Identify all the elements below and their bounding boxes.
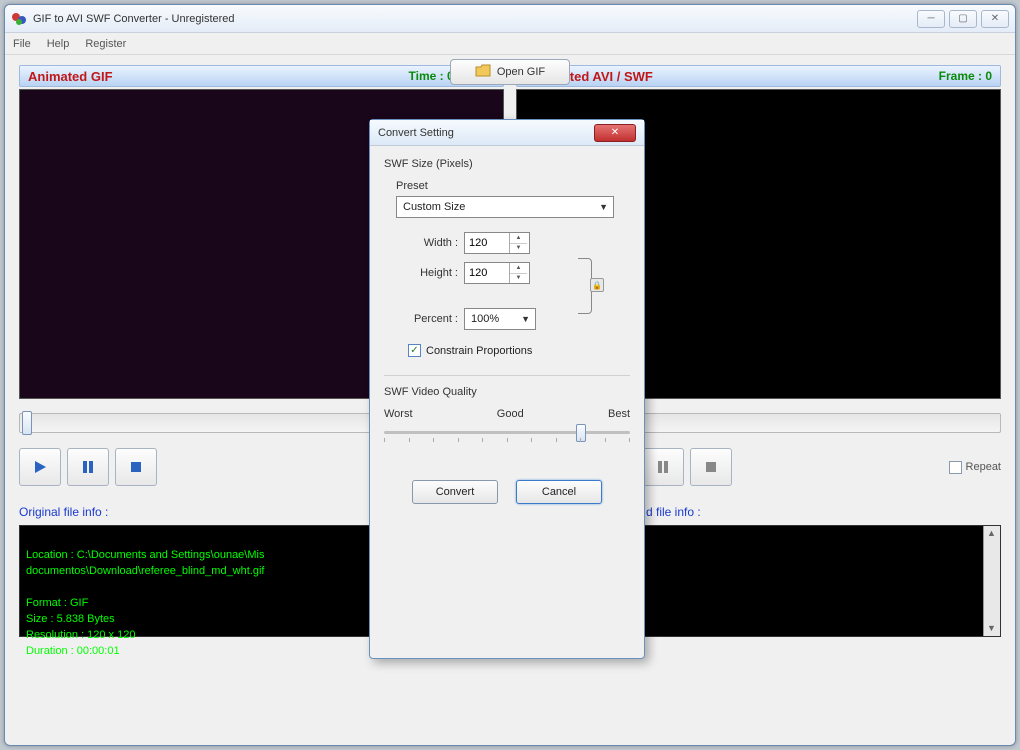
main-window: GIF to AVI SWF Converter - Unregistered … xyxy=(4,4,1016,746)
converted-info-scrollbar[interactable] xyxy=(983,526,1000,636)
pause-button[interactable] xyxy=(67,448,109,486)
preset-label: Preset xyxy=(396,180,630,192)
app-icon xyxy=(11,11,27,27)
preset-combo[interactable]: Custom Size xyxy=(396,196,614,218)
menu-help[interactable]: Help xyxy=(47,38,70,50)
pause-icon xyxy=(81,460,95,474)
left-seek-thumb[interactable] xyxy=(22,411,32,435)
dialog-title: Convert Setting xyxy=(378,127,454,139)
link-lock-icon[interactable]: 🔒 xyxy=(590,278,604,292)
percent-label: Percent : xyxy=(408,313,458,325)
folder-icon xyxy=(475,64,491,81)
width-down[interactable]: ▼ xyxy=(510,244,527,254)
quality-section-label: SWF Video Quality xyxy=(384,386,630,398)
minimize-button[interactable]: ─ xyxy=(917,10,945,28)
height-spinner[interactable]: ▲▼ xyxy=(464,262,530,284)
stop-button[interactable] xyxy=(115,448,157,486)
left-panel-header: Animated GIF Time : 00:00:00 xyxy=(19,65,504,87)
left-panel-title: Animated GIF xyxy=(28,69,113,84)
width-up[interactable]: ▲ xyxy=(510,233,527,244)
right-frame-label: Frame : 0 xyxy=(939,69,992,83)
right-panel-header: Converted AVI / SWF Frame : 0 xyxy=(516,65,1001,87)
maximize-button[interactable]: ▢ xyxy=(949,10,977,28)
right-repeat-checkbox[interactable] xyxy=(949,461,962,474)
height-label: Height : xyxy=(408,267,458,279)
quality-slider[interactable] xyxy=(384,424,630,442)
right-repeat-label: Repeat xyxy=(966,461,1001,473)
percent-combo[interactable]: 100% xyxy=(464,308,536,330)
original-info-text: Location : C:\Documents and Settings\oun… xyxy=(26,549,264,657)
menubar: File Help Register xyxy=(5,33,1015,55)
stop-icon xyxy=(129,460,143,474)
constrain-checkbox[interactable]: ✓ xyxy=(408,344,421,357)
play-icon xyxy=(32,459,48,475)
pause-icon xyxy=(656,460,670,474)
open-gif-label: Open GIF xyxy=(497,66,545,78)
quality-good-label: Good xyxy=(497,408,524,420)
right-pause-button[interactable] xyxy=(642,448,684,486)
convert-button[interactable]: Convert xyxy=(412,480,498,504)
window-title: GIF to AVI SWF Converter - Unregistered xyxy=(33,13,235,25)
width-input[interactable] xyxy=(465,237,509,249)
play-button[interactable] xyxy=(19,448,61,486)
dialog-close-button[interactable]: ✕ xyxy=(594,124,636,142)
convert-setting-dialog: Convert Setting ✕ SWF Size (Pixels) Pres… xyxy=(369,119,645,659)
menu-register[interactable]: Register xyxy=(85,38,126,50)
dialog-titlebar[interactable]: Convert Setting ✕ xyxy=(370,120,644,146)
preset-value: Custom Size xyxy=(403,201,465,213)
open-gif-button[interactable]: Open GIF xyxy=(450,59,570,85)
titlebar[interactable]: GIF to AVI SWF Converter - Unregistered … xyxy=(5,5,1015,33)
height-up[interactable]: ▲ xyxy=(510,263,527,274)
cancel-button[interactable]: Cancel xyxy=(516,480,602,504)
constrain-label: Constrain Proportions xyxy=(426,345,532,357)
height-input[interactable] xyxy=(465,267,509,279)
stop-icon xyxy=(704,460,718,474)
percent-value: 100% xyxy=(471,313,499,325)
separator xyxy=(384,375,630,376)
menu-file[interactable]: File xyxy=(13,38,31,50)
quality-best-label: Best xyxy=(608,408,630,420)
swf-size-label: SWF Size (Pixels) xyxy=(384,158,630,170)
width-label: Width : xyxy=(408,237,458,249)
close-button[interactable]: ✕ xyxy=(981,10,1009,28)
quality-worst-label: Worst xyxy=(384,408,413,420)
width-spinner[interactable]: ▲▼ xyxy=(464,232,530,254)
right-stop-button[interactable] xyxy=(690,448,732,486)
height-down[interactable]: ▼ xyxy=(510,274,527,284)
